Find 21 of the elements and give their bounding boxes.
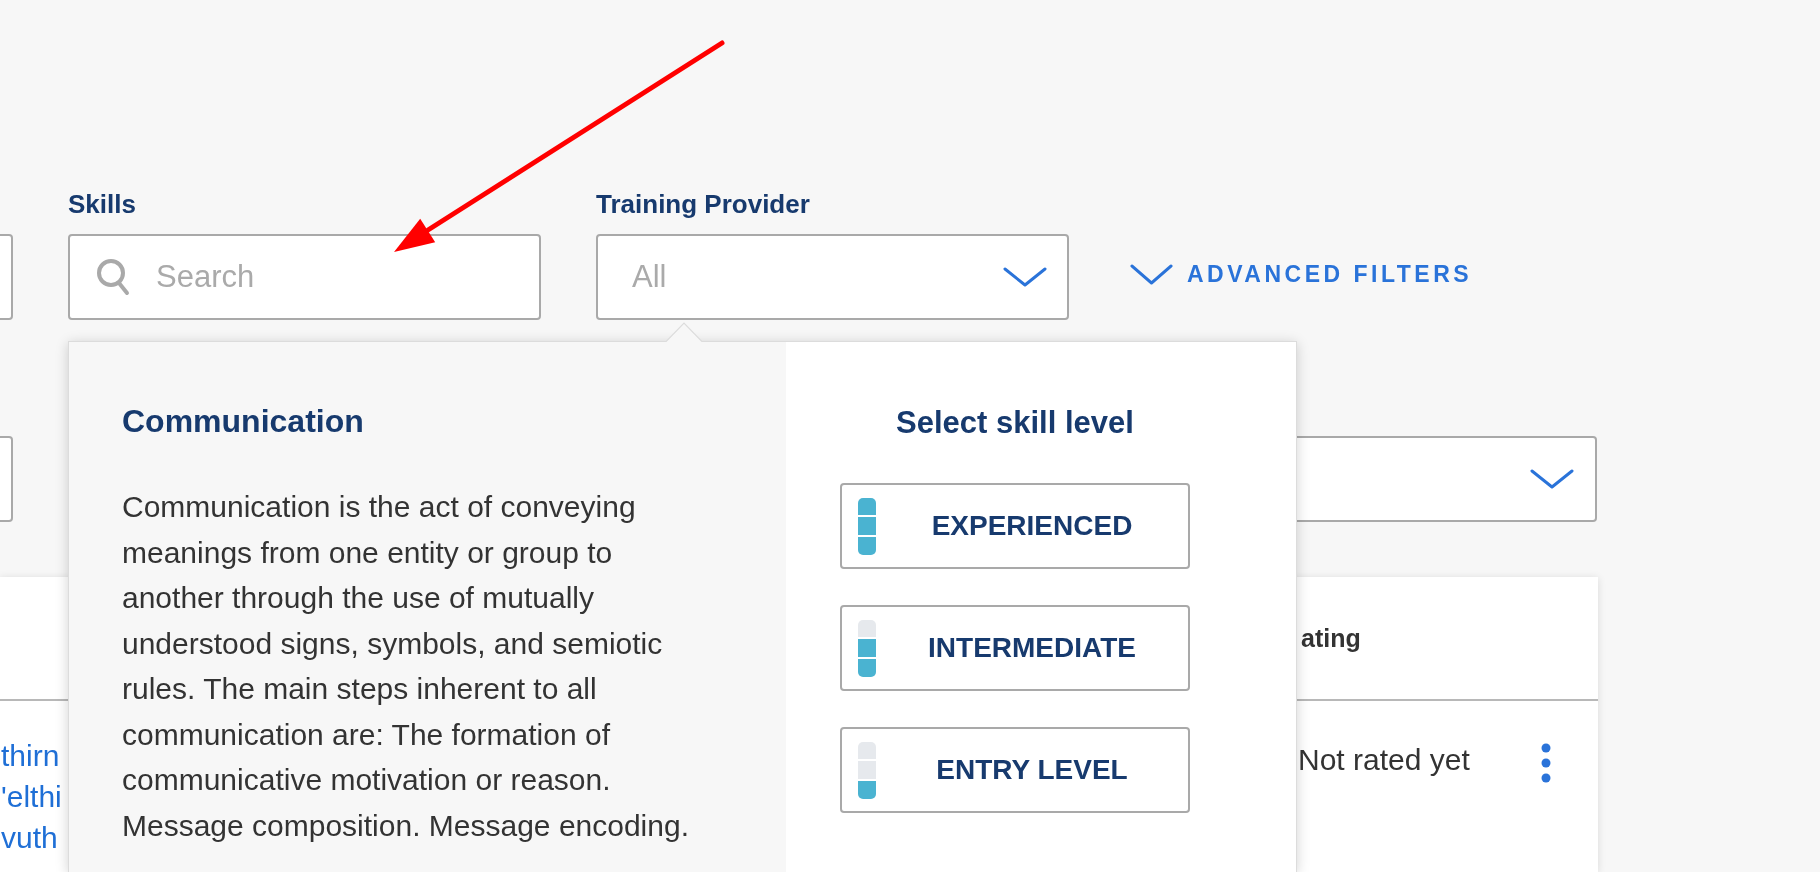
skill-description: Communication is the act of conveying meanings from one entity or group to another through the use of mutually understood signs, symbols, and semiotic rules. The main steps inherent to all communication are: The formation of communicative motivation or reason. Message composition. Message encoding.: [122, 489, 689, 844]
skill-level-button[interactable]: ENTRY LEVEL: [840, 727, 1190, 813]
more-options-icon[interactable]: [1541, 743, 1551, 783]
column-header: ating: [1301, 623, 1361, 653]
input-field[interactable]: [0, 436, 13, 522]
search-icon: [96, 258, 130, 296]
name-link[interactable]: 'elthi: [1, 776, 62, 817]
skill-title: Communication: [122, 402, 364, 441]
name-link[interactable]: vuth: [1, 817, 58, 858]
input-field[interactable]: [0, 234, 13, 320]
name-link[interactable]: thirn: [1, 735, 60, 776]
field-label: Skills: [68, 189, 136, 219]
chevron-down-icon: [1530, 469, 1574, 489]
dropdown-field[interactable]: [1297, 436, 1597, 522]
field-label: Training Provider: [596, 189, 810, 219]
skill-level-button[interactable]: EXPERIENCED: [840, 483, 1190, 569]
chevron-down-icon: [1003, 267, 1047, 287]
section-heading: Select skill level: [896, 404, 1134, 442]
table-cell-text: Not rated yet: [1298, 742, 1470, 778]
advanced-filters-button[interactable]: ADVANCED FILTERS: [1130, 261, 1473, 287]
skill-level-button[interactable]: INTERMEDIATE: [840, 605, 1190, 691]
